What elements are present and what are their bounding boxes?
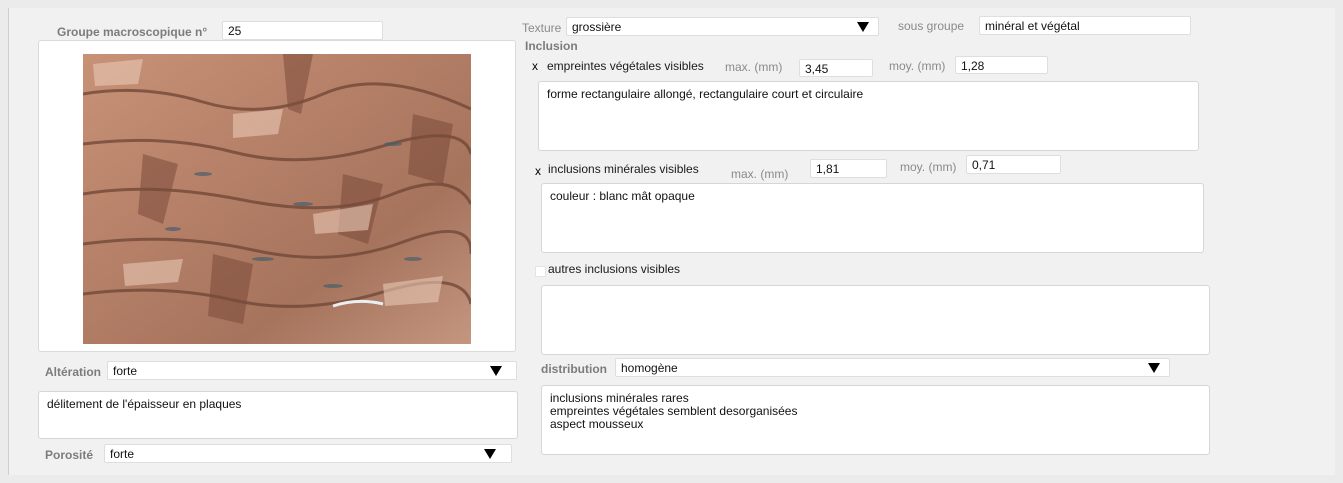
chevron-down-icon[interactable]	[490, 366, 502, 376]
empreintes-label: empreintes végétales visibles	[547, 59, 704, 73]
inclusion-heading: Inclusion	[525, 39, 578, 53]
alteration-select[interactable]: forte	[107, 361, 517, 380]
empreintes-moy-label: moy. (mm)	[889, 59, 946, 73]
photo-frame	[38, 40, 516, 352]
empreintes-max-label: max. (mm)	[725, 60, 783, 74]
empreintes-description[interactable]: forme rectangulaire allongé, rectangulai…	[538, 81, 1199, 151]
distribution-line: aspect mousseux	[550, 417, 644, 431]
autres-description[interactable]	[541, 285, 1210, 355]
chevron-down-icon[interactable]	[1148, 363, 1160, 373]
texture-label: Texture	[522, 21, 562, 35]
minerales-moy-field[interactable]: 0,71	[966, 155, 1061, 174]
alteration-description[interactable]: délitement de l'épaisseur en plaques	[38, 391, 518, 439]
rock-sample-photo	[83, 54, 471, 344]
minerales-max-field[interactable]: 1,81	[810, 159, 887, 178]
minerales-checkbox[interactable]: x	[535, 164, 541, 178]
minerales-moy-label: moy. (mm)	[900, 160, 957, 174]
distribution-label: distribution	[541, 362, 607, 376]
minerales-label: inclusions minérales visibles	[548, 162, 699, 176]
autres-checkbox[interactable]	[535, 266, 546, 277]
empreintes-max-field[interactable]: 3,45	[799, 59, 873, 77]
distribution-select[interactable]: homogène	[615, 358, 1170, 377]
alteration-label: Altération	[45, 365, 102, 379]
empreintes-checkbox[interactable]: x	[532, 59, 538, 73]
groupe-label: Groupe macroscopique n°	[57, 25, 208, 39]
chevron-down-icon[interactable]	[484, 449, 496, 459]
groupe-number-field[interactable]: 25	[222, 21, 383, 40]
distribution-line: empreintes végétales semblent desorganis…	[550, 404, 798, 418]
minerales-max-label: max. (mm)	[731, 167, 789, 181]
autres-label: autres inclusions visibles	[548, 262, 681, 276]
texture-select[interactable]: grossière	[566, 17, 879, 36]
distribution-description[interactable]: inclusions minérales rares empreintes vé…	[541, 385, 1210, 455]
chevron-down-icon[interactable]	[857, 22, 869, 32]
empreintes-moy-field[interactable]: 1,28	[955, 56, 1048, 74]
sous-groupe-field[interactable]: minéral et végétal	[979, 16, 1191, 35]
porosite-label: Porosité	[45, 448, 94, 462]
minerales-description[interactable]: couleur : blanc mât opaque	[541, 183, 1204, 253]
porosite-select[interactable]: forte	[104, 444, 512, 463]
sous-groupe-label: sous groupe	[898, 19, 965, 33]
